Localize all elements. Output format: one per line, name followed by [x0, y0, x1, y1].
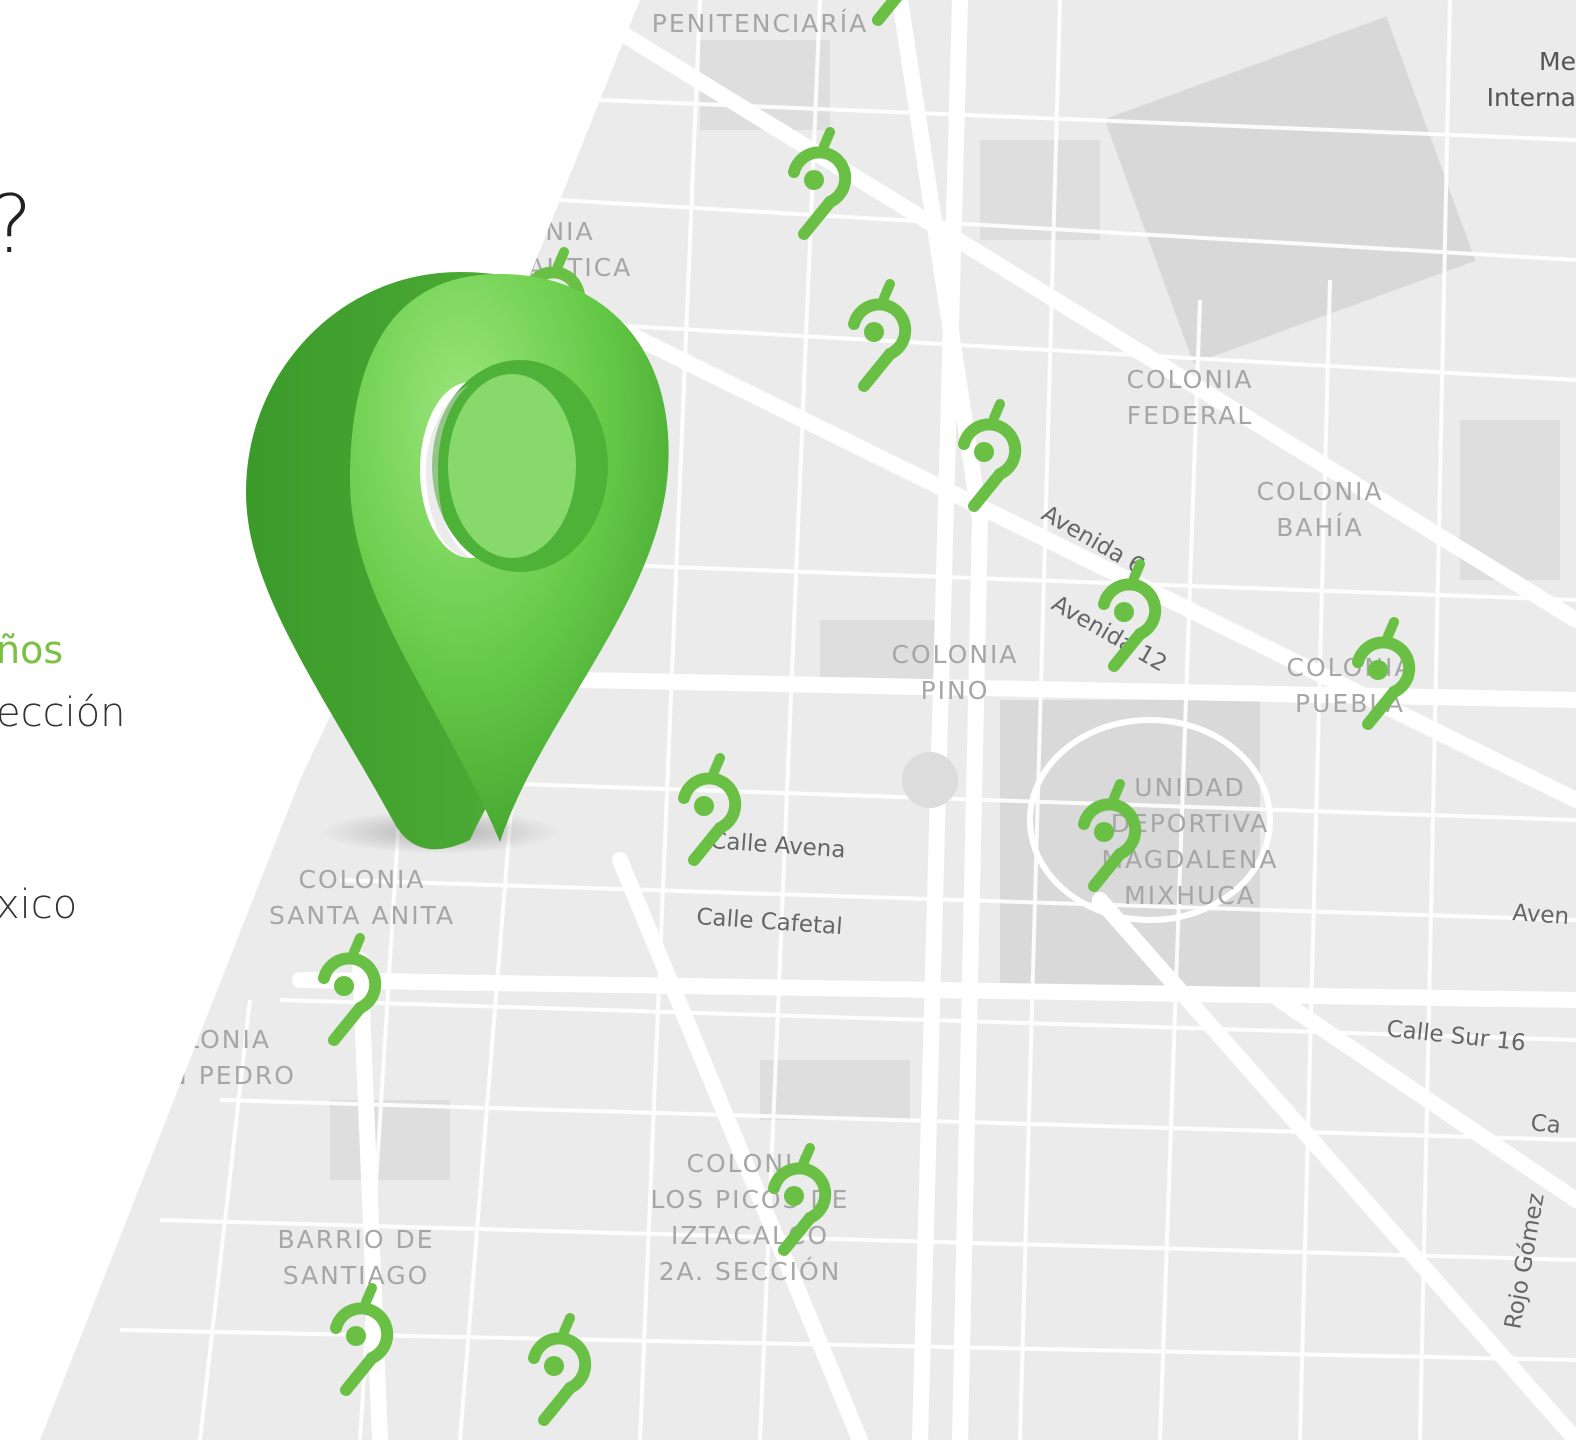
label-deportiva-1: UNIDAD — [1134, 773, 1246, 802]
heading-question-mark: ? — [0, 178, 32, 271]
label-santiago-1: BARRIO DE — [277, 1225, 434, 1254]
label-san-pedro-1: LONIA — [185, 1025, 271, 1054]
label-santiago-2: SANTIAGO — [283, 1261, 430, 1290]
label-federal-1: COLONIA — [1126, 365, 1253, 394]
label-los-picos-4: 2A. SECCIÓN — [659, 1256, 842, 1286]
highlight-text: ños — [0, 628, 64, 672]
label-pino-2: PINO — [921, 676, 990, 705]
street-aven: Aven — [1512, 900, 1570, 930]
label-federal-2: FEDERAL — [1127, 401, 1254, 430]
label-puebla-1: COLONIA — [1286, 653, 1413, 682]
street-ca: Ca — [1529, 1110, 1562, 1139]
street-map[interactable]: PENITENCIARÍA NIA AUTICA COLONIA FEDERAL… — [0, 0, 1576, 1440]
label-san-pedro-2: N PEDRO — [168, 1061, 296, 1090]
label-aeronautica-1: NIA — [545, 217, 594, 246]
map-illustration: PENITENCIARÍA NIA AUTICA COLONIA FEDERAL… — [0, 0, 1576, 1440]
label-bahia-2: BAHÍA — [1276, 513, 1364, 542]
label-airport-1: Me — [1539, 47, 1576, 76]
city-text: xico — [0, 882, 78, 928]
label-bahia-1: COLONIA — [1256, 477, 1383, 506]
label-santa-anita-1: COLONIA — [298, 865, 425, 894]
label-airport-2: Interna — [1487, 83, 1576, 112]
label-pino-1: COLONIA — [891, 640, 1018, 669]
label-penitenciaria: PENITENCIARÍA — [652, 9, 869, 38]
body-text: ección — [0, 690, 126, 736]
label-santa-anita-2: SANTA ANITA — [269, 901, 455, 930]
label-deportiva-4: MIXHUCA — [1124, 881, 1256, 910]
